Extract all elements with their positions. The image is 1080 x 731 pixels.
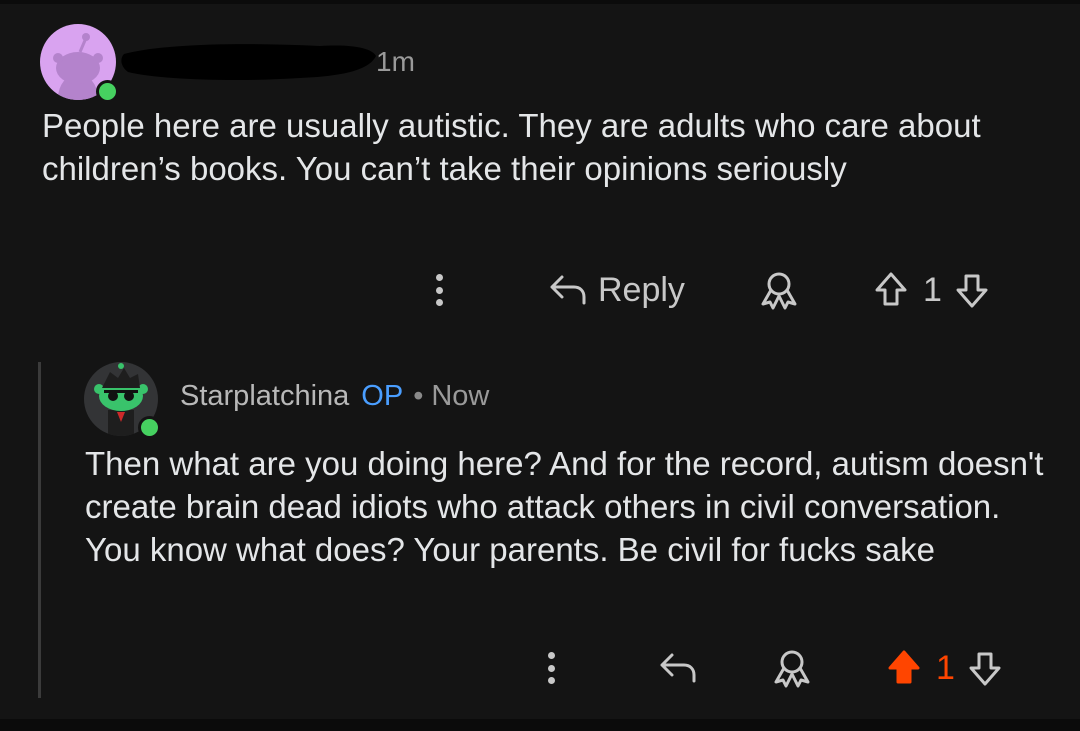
award-icon[interactable] [770,648,814,688]
thread-line[interactable] [38,362,41,698]
comment-timestamp: Now [431,380,490,412]
award-icon[interactable] [757,270,801,310]
online-status-dot [138,416,161,439]
comment-body: Then what are you doing here? And for th… [85,445,1044,568]
author-name[interactable]: Starplatchina [180,380,349,413]
reply-arrow-icon[interactable] [548,273,588,307]
online-status-dot [96,80,119,103]
comment-actions: Reply 1 [436,270,990,310]
comment-actions: 1 [548,648,1003,688]
reply-arrow-icon[interactable] [658,651,698,685]
upvote-filled-icon[interactable] [886,648,922,688]
downvote-icon[interactable] [967,648,1003,688]
window-top-border [0,0,1080,4]
downvote-icon[interactable] [954,270,990,310]
reply-button[interactable]: Reply [598,271,685,310]
redacted-username [120,36,378,84]
op-badge: OP [361,380,404,412]
more-options-icon[interactable] [548,652,556,684]
meta-separator: • [413,380,424,412]
comment-body: People here are usually autistic. They a… [42,107,981,187]
comment-timestamp: 1m [376,46,415,77]
more-options-icon[interactable] [436,274,444,306]
vote-score: 1 [936,648,955,687]
window-bottom-border [0,719,1080,731]
comment-meta: Starplatchina OP • Now [180,380,489,413]
upvote-icon[interactable] [873,270,909,310]
vote-score: 1 [922,270,942,309]
